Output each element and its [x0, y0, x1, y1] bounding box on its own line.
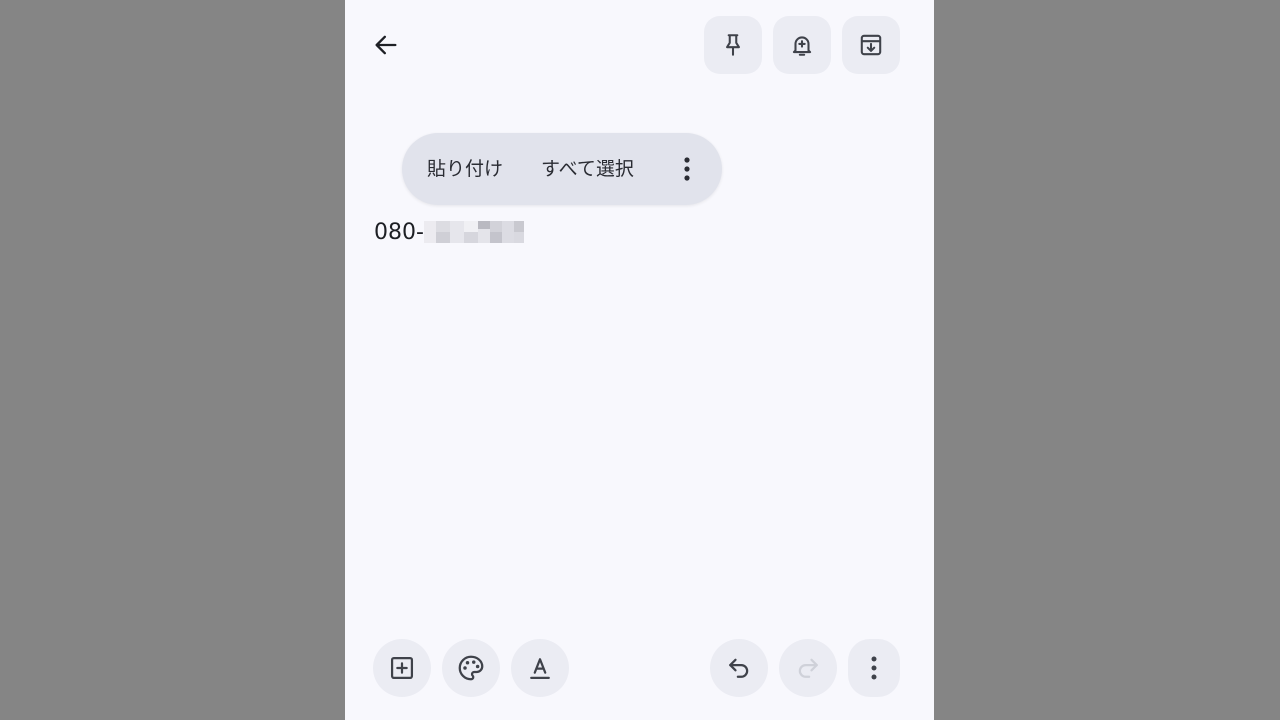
back-button[interactable]	[363, 20, 409, 70]
reminder-button[interactable]	[773, 16, 831, 74]
context-more-button[interactable]	[672, 147, 702, 191]
add-content-button[interactable]	[373, 639, 431, 697]
undo-button[interactable]	[710, 639, 768, 697]
undo-icon	[729, 658, 749, 678]
text-selection-menu: 貼り付け すべて選択	[402, 133, 722, 205]
background-color-button[interactable]	[442, 639, 500, 697]
archive-button[interactable]	[842, 16, 900, 74]
more-vertical-icon	[871, 656, 877, 680]
add-box-icon	[390, 656, 414, 680]
paste-menu-item[interactable]: 貼り付け	[427, 133, 503, 205]
more-vertical-icon	[684, 157, 690, 181]
note-text: 080-	[374, 220, 424, 245]
bell-plus-icon	[792, 36, 812, 56]
text-format-button[interactable]	[511, 639, 569, 697]
arrow-left-icon	[375, 35, 397, 55]
pin-button[interactable]	[704, 16, 762, 74]
select-all-menu-item[interactable]: すべて選択	[541, 133, 634, 205]
archive-icon	[860, 34, 882, 56]
pin-icon	[726, 34, 740, 56]
palette-icon	[458, 655, 484, 681]
redacted-mosaic	[423, 221, 534, 243]
text-format-icon	[530, 658, 550, 680]
note-editor-screen: 貼り付け すべて選択 080-	[345, 0, 934, 720]
redo-button[interactable]	[779, 639, 837, 697]
note-body-field[interactable]: 080-	[374, 215, 904, 255]
more-options-button[interactable]	[848, 639, 900, 697]
redo-icon	[798, 658, 818, 678]
